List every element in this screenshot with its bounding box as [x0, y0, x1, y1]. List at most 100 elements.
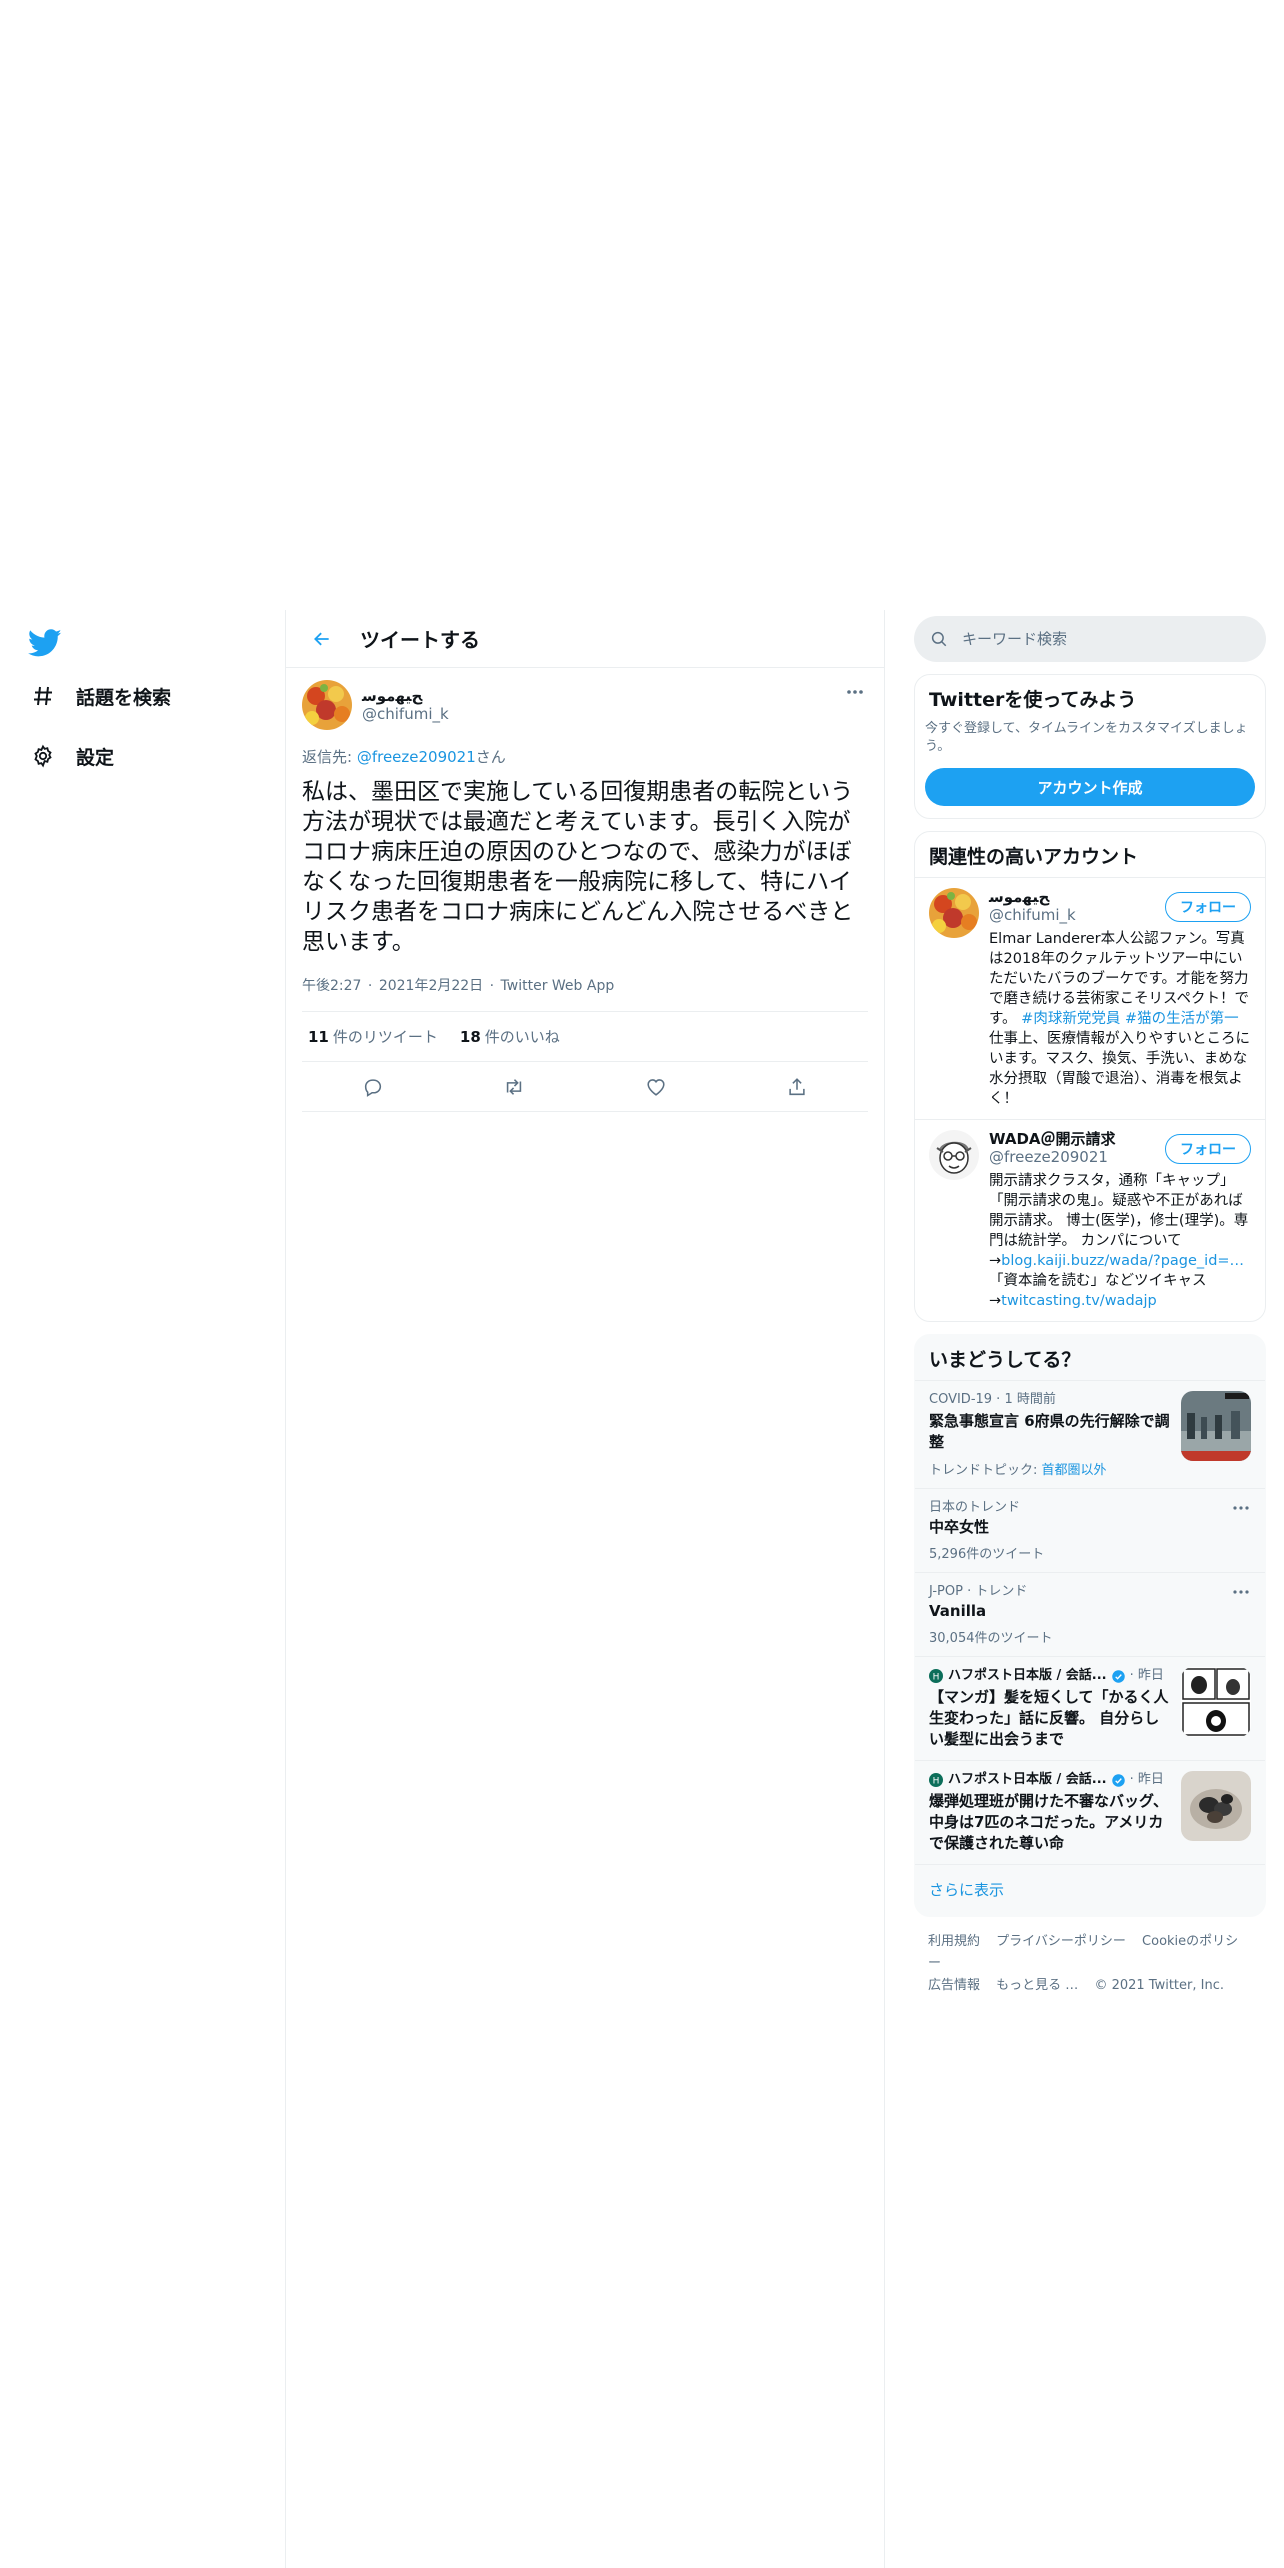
footer-link-ads[interactable]: 広告情報 [928, 1978, 980, 1993]
back-arrow-icon [314, 632, 329, 645]
avatar[interactable] [929, 1130, 979, 1180]
trends-card: いまどうしてる？ COVID-19 · 1 時間前 緊急事態宣言 6府県の先行解… [914, 1334, 1266, 1917]
tweet-source[interactable]: Twitter Web App [501, 978, 615, 994]
bio-link[interactable]: blog.kaiji.buzz/wada/?page_id=… [1001, 1253, 1244, 1269]
follow-button[interactable]: フォロー [1165, 892, 1251, 922]
search-input[interactable] [962, 630, 1232, 648]
news-item[interactable]: H ハフポスト日本版 / 会話... · 昨日 爆弾処理班が開けた不審なバッグ、… [915, 1760, 1265, 1864]
more-options-button[interactable] [842, 682, 868, 702]
bio-link[interactable]: twitcasting.tv/wadajp [1001, 1293, 1157, 1309]
separator: · [485, 978, 499, 994]
trend-item[interactable]: COVID-19 · 1 時間前 緊急事態宣言 6府県の先行解除で調整 トレンド… [915, 1380, 1265, 1488]
account-item[interactable]: ﺢﻴﻬﻣﻮﺳ @chifumi_k フォロー Elmar Landerer本人公… [915, 877, 1265, 1119]
signup-card: Twitterを使ってみよう 今すぐ登録して、タイムラインをカスタマイズしましょ… [914, 674, 1266, 819]
share-button[interactable] [779, 1069, 815, 1105]
trend-subtopic: トレンドトピック: 首都圏以外 [929, 1463, 1107, 1478]
twitter-logo-icon[interactable] [27, 626, 62, 660]
like-button[interactable] [638, 1069, 674, 1105]
create-account-button[interactable]: アカウント作成 [925, 768, 1255, 806]
trend-more-button[interactable] [1231, 1585, 1251, 1599]
show-more-link[interactable]: さらに表示 [915, 1864, 1265, 1916]
trend-title: 中卒女性 [929, 1518, 990, 1536]
trend-topic-link[interactable]: 首都圏以外 [1042, 1463, 1107, 1478]
trend-title: Vanilla [929, 1602, 987, 1620]
search-icon [931, 631, 947, 647]
nav-item-label: 話題を検索 [76, 686, 172, 709]
account-handle[interactable]: @chifumi_k [989, 906, 1076, 925]
reply-context: 返信先: @freeze209021さん [302, 746, 868, 767]
nav-item-label: 設定 [76, 746, 115, 769]
retweet-count[interactable]: 11 件のリツイート [308, 1026, 438, 1047]
trend-thumbnail [1181, 1391, 1251, 1461]
more-dots-icon [847, 690, 863, 694]
trend-meta: J-POP · トレンド [929, 1584, 1028, 1599]
trend-count: 30,054件のツイート [929, 1631, 1053, 1646]
verified-badge-icon [1111, 1669, 1125, 1683]
related-accounts-card: 関連性の高いアカウント ﺢﻴﻬﻣﻮﺳ @chifumi_k フォロー Elmar… [914, 831, 1266, 1322]
account-item[interactable]: WADA＠開示請求 @freeze209021 フォロー 開示請求クラスタ，通称… [915, 1119, 1265, 1321]
account-bio: 開示請求クラスタ，通称「キャップ」「開示請求の鬼」。疑惑や不正があれば開示請求。… [989, 1173, 1249, 1309]
reply-suffix: さん [475, 748, 506, 766]
reply-to-link[interactable]: @freeze209021 [357, 748, 476, 766]
like-count[interactable]: 18 件のいいね [460, 1026, 560, 1047]
heart-icon [647, 1078, 665, 1096]
tweet-time[interactable]: 午後2:27 [302, 978, 361, 994]
tweet: ﺢﻴﻬﻣﻮﺳ @chifumi_k 返信先: @freeze209021さん 私… [286, 668, 884, 1112]
news-thumbnail [1181, 1771, 1251, 1841]
tweet-stats: 11 件のリツイート 18 件のいいね [302, 1012, 868, 1062]
source-logo-icon: H [929, 1773, 943, 1787]
author-handle[interactable]: @chifumi_k [362, 705, 449, 723]
tweet-meta: 午後2:27 · 2021年2月22日 · Twitter Web App [302, 975, 868, 1012]
column-header: ツイートする [286, 610, 884, 668]
svg-text:H: H [933, 1673, 940, 1683]
more-dots-icon [1233, 1590, 1249, 1594]
trend-item[interactable]: J-POP · トレンド Vanilla 30,054件のツイート [915, 1572, 1265, 1656]
footer-copyright: © 2021 Twitter, Inc. [1094, 1978, 1224, 1993]
share-icon [789, 1077, 805, 1095]
avatar[interactable] [929, 888, 979, 938]
avatar[interactable] [302, 680, 352, 730]
verified-badge-icon [1111, 1773, 1125, 1787]
reply-icon [364, 1078, 381, 1097]
retweet-button[interactable] [496, 1069, 532, 1105]
hashtag-link[interactable]: #肉球新党党員 #猫の生活が第一 [1021, 1011, 1238, 1027]
follow-button[interactable]: フォロー [1165, 1134, 1251, 1164]
account-bio: Elmar Landerer本人公認ファン。写真は2018年のクァルテットツアー… [989, 931, 1250, 1107]
trend-item[interactable]: 日本のトレンド 中卒女性 5,296件のツイート [915, 1488, 1265, 1572]
footer: 利用規約 プライバシーポリシー Cookieのポリシー 広告情報 もっと見る …… [914, 1917, 1266, 2011]
nav-item-explore[interactable]: 話題を検索 [28, 676, 171, 716]
footer-link-privacy[interactable]: プライバシーポリシー [996, 1934, 1126, 1949]
gear-icon [28, 741, 58, 771]
news-item[interactable]: H ハフポスト日本版 / 会話... · 昨日 【マンガ】髪を短くして「かるく人… [915, 1656, 1265, 1760]
main-column: ツイートする ﺢﻴﻬﻣﻮﺳ @chifumi_k 返信先: @freeze209… [285, 610, 885, 2568]
signup-title: Twitterを使ってみよう [929, 689, 1137, 711]
tweet-date[interactable]: 2021年2月22日 [379, 978, 483, 994]
author-name[interactable]: ﺢﻴﻬﻣﻮﺳ [362, 687, 449, 705]
signup-description: 今すぐ登録して、タイムラインをカスタマイズしましょう。 [925, 721, 1248, 754]
reply-button[interactable] [355, 1069, 391, 1105]
trend-more-button[interactable] [1231, 1501, 1251, 1515]
nav-item-settings[interactable]: 設定 [28, 736, 114, 776]
news-source: H ハフポスト日本版 / 会話... · 昨日 [929, 1667, 1171, 1685]
account-name[interactable]: WADA＠開示請求 [989, 1130, 1116, 1148]
back-button[interactable] [304, 621, 340, 657]
more-dots-icon [1233, 1506, 1249, 1510]
source-logo-icon: H [929, 1669, 943, 1683]
account-name[interactable]: ﺢﻴﻬﻣﻮﺳ [989, 888, 1076, 906]
news-title: 【マンガ】髪を短くして「かるく人生変わった」話に反響。 自分らしい髪型に出会うま… [929, 1688, 1169, 1748]
page-title: ツイートする [360, 628, 480, 652]
footer-link-terms[interactable]: 利用規約 [928, 1934, 980, 1949]
tweet-actions [302, 1062, 868, 1112]
trends-title: いまどうしてる？ [929, 1349, 1081, 1371]
trend-meta: 日本のトレンド [929, 1500, 1021, 1515]
account-handle[interactable]: @freeze209021 [989, 1148, 1116, 1167]
news-title: 爆弾処理班が開けた不審なバッグ、中身は7匹のネコだった。アメリカで保護された尊い… [929, 1792, 1168, 1852]
separator: · [363, 978, 377, 994]
trend-meta: COVID-19 · 1 時間前 [929, 1392, 1056, 1407]
right-sidebar: Twitterを使ってみよう 今すぐ登録して、タイムラインをカスタマイズしましょ… [914, 616, 1266, 2011]
retweet-icon [507, 1078, 522, 1095]
footer-link-more[interactable]: もっと見る … [996, 1978, 1078, 1993]
svg-text:H: H [933, 1777, 940, 1787]
news-thumbnail [1181, 1667, 1251, 1737]
search-box[interactable] [914, 616, 1266, 662]
